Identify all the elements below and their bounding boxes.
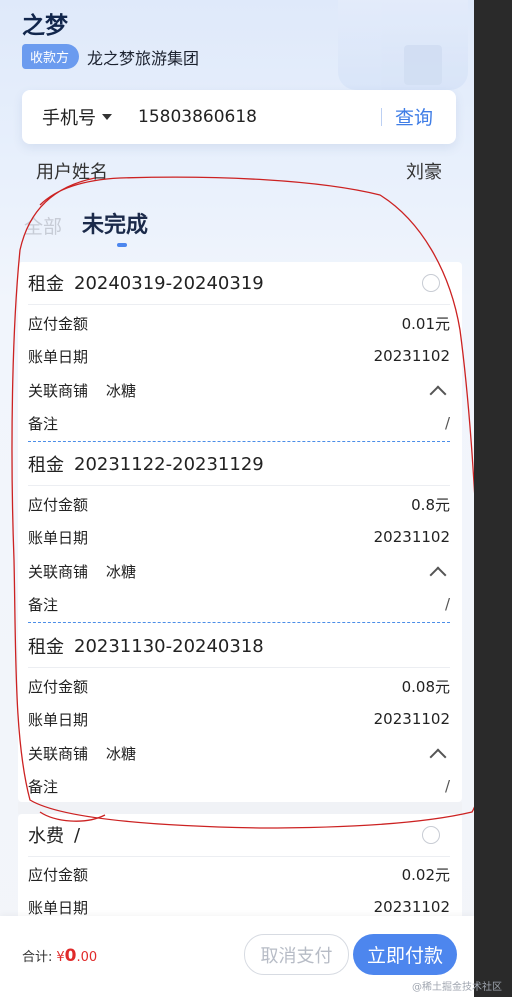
amount-row: 应付金额 0.02元 bbox=[28, 863, 450, 885]
status-tabs: 全部 未完成 bbox=[24, 207, 148, 239]
tab-all[interactable]: 全部 bbox=[24, 212, 62, 239]
bill-type: 租金 bbox=[28, 455, 64, 476]
note-value: / bbox=[444, 414, 450, 432]
caret-down-icon bbox=[102, 114, 112, 120]
payee-badge: 收款方 bbox=[22, 44, 80, 69]
note-value: / bbox=[444, 777, 450, 795]
total-label: 合计: bbox=[22, 950, 53, 965]
bill-date-label: 账单日期 bbox=[28, 898, 89, 917]
shop-value: 冰糖 bbox=[106, 381, 137, 400]
bill-period: 20231122-20231129 bbox=[74, 453, 264, 475]
amount-value: 0.02元 bbox=[401, 865, 450, 884]
note-row: 备注 / bbox=[28, 775, 450, 797]
tab-incomplete-label: 未完成 bbox=[82, 213, 149, 238]
shop-label: 关联商铺 bbox=[28, 744, 89, 763]
search-type-select[interactable]: 手机号 bbox=[42, 104, 112, 130]
active-tab-indicator bbox=[117, 243, 127, 247]
amount-value: 0.8元 bbox=[411, 495, 450, 514]
bill-type: 租金 bbox=[28, 637, 64, 658]
bill-header: 水费 / bbox=[28, 816, 450, 854]
radio-circle-icon[interactable] bbox=[422, 826, 440, 844]
pay-now-button[interactable]: 立即付款 bbox=[353, 934, 457, 975]
shop-row: 关联商铺 冰糖 bbox=[28, 560, 450, 582]
shop-label: 关联商铺 bbox=[28, 562, 89, 581]
bill-date-value: 20231102 bbox=[373, 528, 450, 546]
dashed-divider bbox=[28, 441, 450, 442]
bill-date-row: 账单日期 20231102 bbox=[28, 526, 450, 548]
bill-date-label: 账单日期 bbox=[28, 347, 89, 366]
bill-date-value: 20231102 bbox=[373, 710, 450, 728]
search-type-label: 手机号 bbox=[42, 108, 96, 129]
shop-value: 冰糖 bbox=[106, 562, 137, 581]
note-value: / bbox=[444, 595, 450, 613]
bill-period: 20240319-20240319 bbox=[74, 272, 264, 294]
payee-name: 龙之梦旅游集团 bbox=[87, 48, 200, 68]
user-name-label: 用户姓名 bbox=[36, 162, 108, 183]
search-card: 手机号 15803860618 查询 bbox=[22, 90, 456, 144]
shop-value: 冰糖 bbox=[106, 744, 137, 763]
shop-row: 关联商铺 冰糖 bbox=[28, 742, 450, 764]
bill-date-value: 20231102 bbox=[373, 898, 450, 916]
amount-row: 应付金额 0.08元 bbox=[28, 675, 450, 697]
header-illustration bbox=[338, 0, 468, 90]
query-button[interactable]: 查询 bbox=[395, 103, 433, 130]
amount-row: 应付金额 0.8元 bbox=[28, 493, 450, 515]
amount-label: 应付金额 bbox=[28, 495, 89, 514]
total-amount: 合计: ¥ 0 .00 bbox=[22, 946, 97, 966]
amount-label: 应付金额 bbox=[28, 865, 89, 884]
bill-type: 租金 bbox=[28, 274, 64, 295]
bill-date-label: 账单日期 bbox=[28, 528, 89, 547]
radio-circle-icon[interactable] bbox=[422, 274, 440, 292]
note-label: 备注 bbox=[28, 414, 59, 433]
amount-value: 0.08元 bbox=[401, 677, 450, 696]
bill-header: 租金 20231130-20240318 bbox=[28, 627, 450, 665]
cancel-payment-button[interactable]: 取消支付 bbox=[244, 934, 349, 975]
divider bbox=[28, 856, 450, 857]
amount-label: 应付金额 bbox=[28, 314, 89, 333]
bill-header: 租金 20240319-20240319 bbox=[28, 264, 450, 302]
bill-date-row: 账单日期 20231102 bbox=[28, 345, 450, 367]
group-gap bbox=[18, 802, 462, 814]
bill-date-row: 账单日期 20231102 bbox=[28, 708, 450, 730]
amount-label: 应付金额 bbox=[28, 677, 89, 696]
bill-date-row: 账单日期 20231102 bbox=[28, 896, 450, 918]
dashed-divider bbox=[28, 622, 450, 623]
shop-row: 关联商铺 冰糖 bbox=[28, 379, 450, 401]
house-illustration-icon bbox=[404, 45, 442, 85]
divider bbox=[381, 108, 382, 126]
bill-date-value: 20231102 bbox=[373, 347, 450, 365]
brand-title: 之梦 bbox=[22, 13, 68, 39]
note-label: 备注 bbox=[28, 777, 59, 796]
note-label: 备注 bbox=[28, 595, 59, 614]
total-currency: ¥ bbox=[56, 950, 65, 965]
tab-incomplete[interactable]: 未完成 bbox=[82, 207, 148, 239]
watermark: @稀土掘金技术社区 bbox=[412, 982, 502, 993]
divider bbox=[28, 485, 450, 486]
divider bbox=[28, 304, 450, 305]
user-row: 用户姓名 刘豪 bbox=[36, 158, 442, 184]
payee-row: 收款方 龙之梦旅游集团 bbox=[22, 44, 199, 69]
divider bbox=[28, 667, 450, 668]
total-decimal: .00 bbox=[76, 950, 98, 965]
bill-period: 20231130-20240318 bbox=[74, 635, 264, 657]
user-name-value: 刘豪 bbox=[406, 162, 442, 183]
bill-header: 租金 20231122-20231129 bbox=[28, 445, 450, 483]
amount-value: 0.01元 bbox=[401, 314, 450, 333]
total-integer: 0 bbox=[64, 946, 77, 966]
note-row: 备注 / bbox=[28, 412, 450, 434]
phone-screen: 之梦 收款方 龙之梦旅游集团 手机号 15803860618 查询 用户姓名 刘… bbox=[0, 0, 474, 997]
payment-footer: 合计: ¥ 0 .00 取消支付 立即付款 bbox=[0, 916, 474, 997]
bill-date-label: 账单日期 bbox=[28, 710, 89, 729]
phone-input[interactable]: 15803860618 bbox=[138, 107, 257, 127]
amount-row: 应付金额 0.01元 bbox=[28, 312, 450, 334]
note-row: 备注 / bbox=[28, 593, 450, 615]
bill-type: 水费 bbox=[28, 826, 64, 847]
shop-label: 关联商铺 bbox=[28, 381, 89, 400]
bill-period: / bbox=[74, 824, 81, 846]
